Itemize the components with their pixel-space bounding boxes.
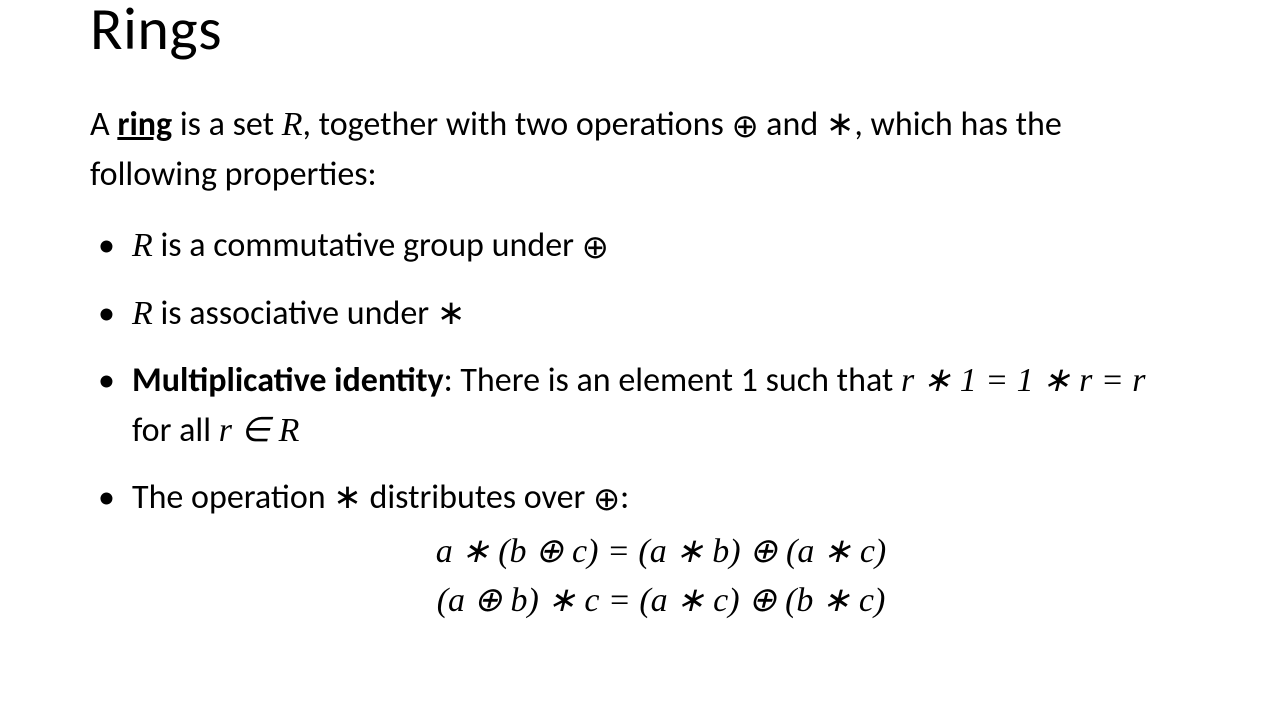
b3-colon: : There is an element 1 such that (444, 360, 901, 401)
b1-text: is a commutative group under (153, 225, 582, 266)
intro-paragraph: A ring is a set R, together with two ope… (90, 100, 1190, 199)
equation-line-1: a ∗ (b ⊕ c) = (a ∗ b) ⊕ (a ∗ c) (132, 527, 1190, 576)
b1-R: R (132, 227, 153, 264)
intro-mid2: , together with two operations (303, 104, 732, 145)
distributive-equations: a ∗ (b ⊕ c) = (a ∗ b) ⊕ (a ∗ c) (a ⊕ b) … (132, 527, 1190, 626)
asterisk-icon: ∗ (333, 479, 362, 516)
asterisk-icon: ∗ (437, 295, 466, 332)
b4-colon: : (620, 477, 629, 518)
equation-line-2: (a ⊕ b) ∗ c = (a ∗ c) ⊕ (b ∗ c) (132, 576, 1190, 625)
b3-eq: r ∗ 1 = 1 ∗ r = r (901, 362, 1146, 399)
b4-text2: distributes over (362, 477, 593, 518)
bullet-list: R is a commutative group under ⊕ R is as… (90, 221, 1190, 625)
definition-term: ring (117, 104, 172, 145)
slide-body: A ring is a set R, together with two ope… (90, 100, 1190, 625)
b2-text: is associative under (153, 293, 437, 334)
asterisk-icon: ∗ (826, 106, 855, 143)
b2-R: R (132, 295, 153, 332)
intro-prefix: A (90, 104, 117, 145)
b3-forall: for all (132, 410, 219, 451)
set-R: R (282, 106, 303, 143)
slide-title: Rings (90, 0, 1190, 60)
oplus-icon: ⊕ (582, 224, 609, 271)
b4-text1: The operation (132, 477, 333, 518)
bullet-2: R is associative under ∗ (90, 289, 1190, 338)
bullet-4: The operation ∗ distributes over ⊕: a ∗ … (90, 473, 1190, 625)
slide: Rings A ring is a set R, together with t… (0, 0, 1280, 625)
intro-mid3: and (759, 104, 826, 145)
oplus-icon: ⊕ (593, 476, 620, 523)
intro-mid1: is a set (172, 104, 282, 145)
bullet-3: Multiplicative identity: There is an ele… (90, 356, 1190, 455)
b3-label: Multiplicative identity (132, 360, 444, 401)
oplus-icon: ⊕ (731, 103, 758, 150)
bullet-1: R is a commutative group under ⊕ (90, 221, 1190, 271)
b3-rinR: r ∈ R (219, 412, 300, 449)
